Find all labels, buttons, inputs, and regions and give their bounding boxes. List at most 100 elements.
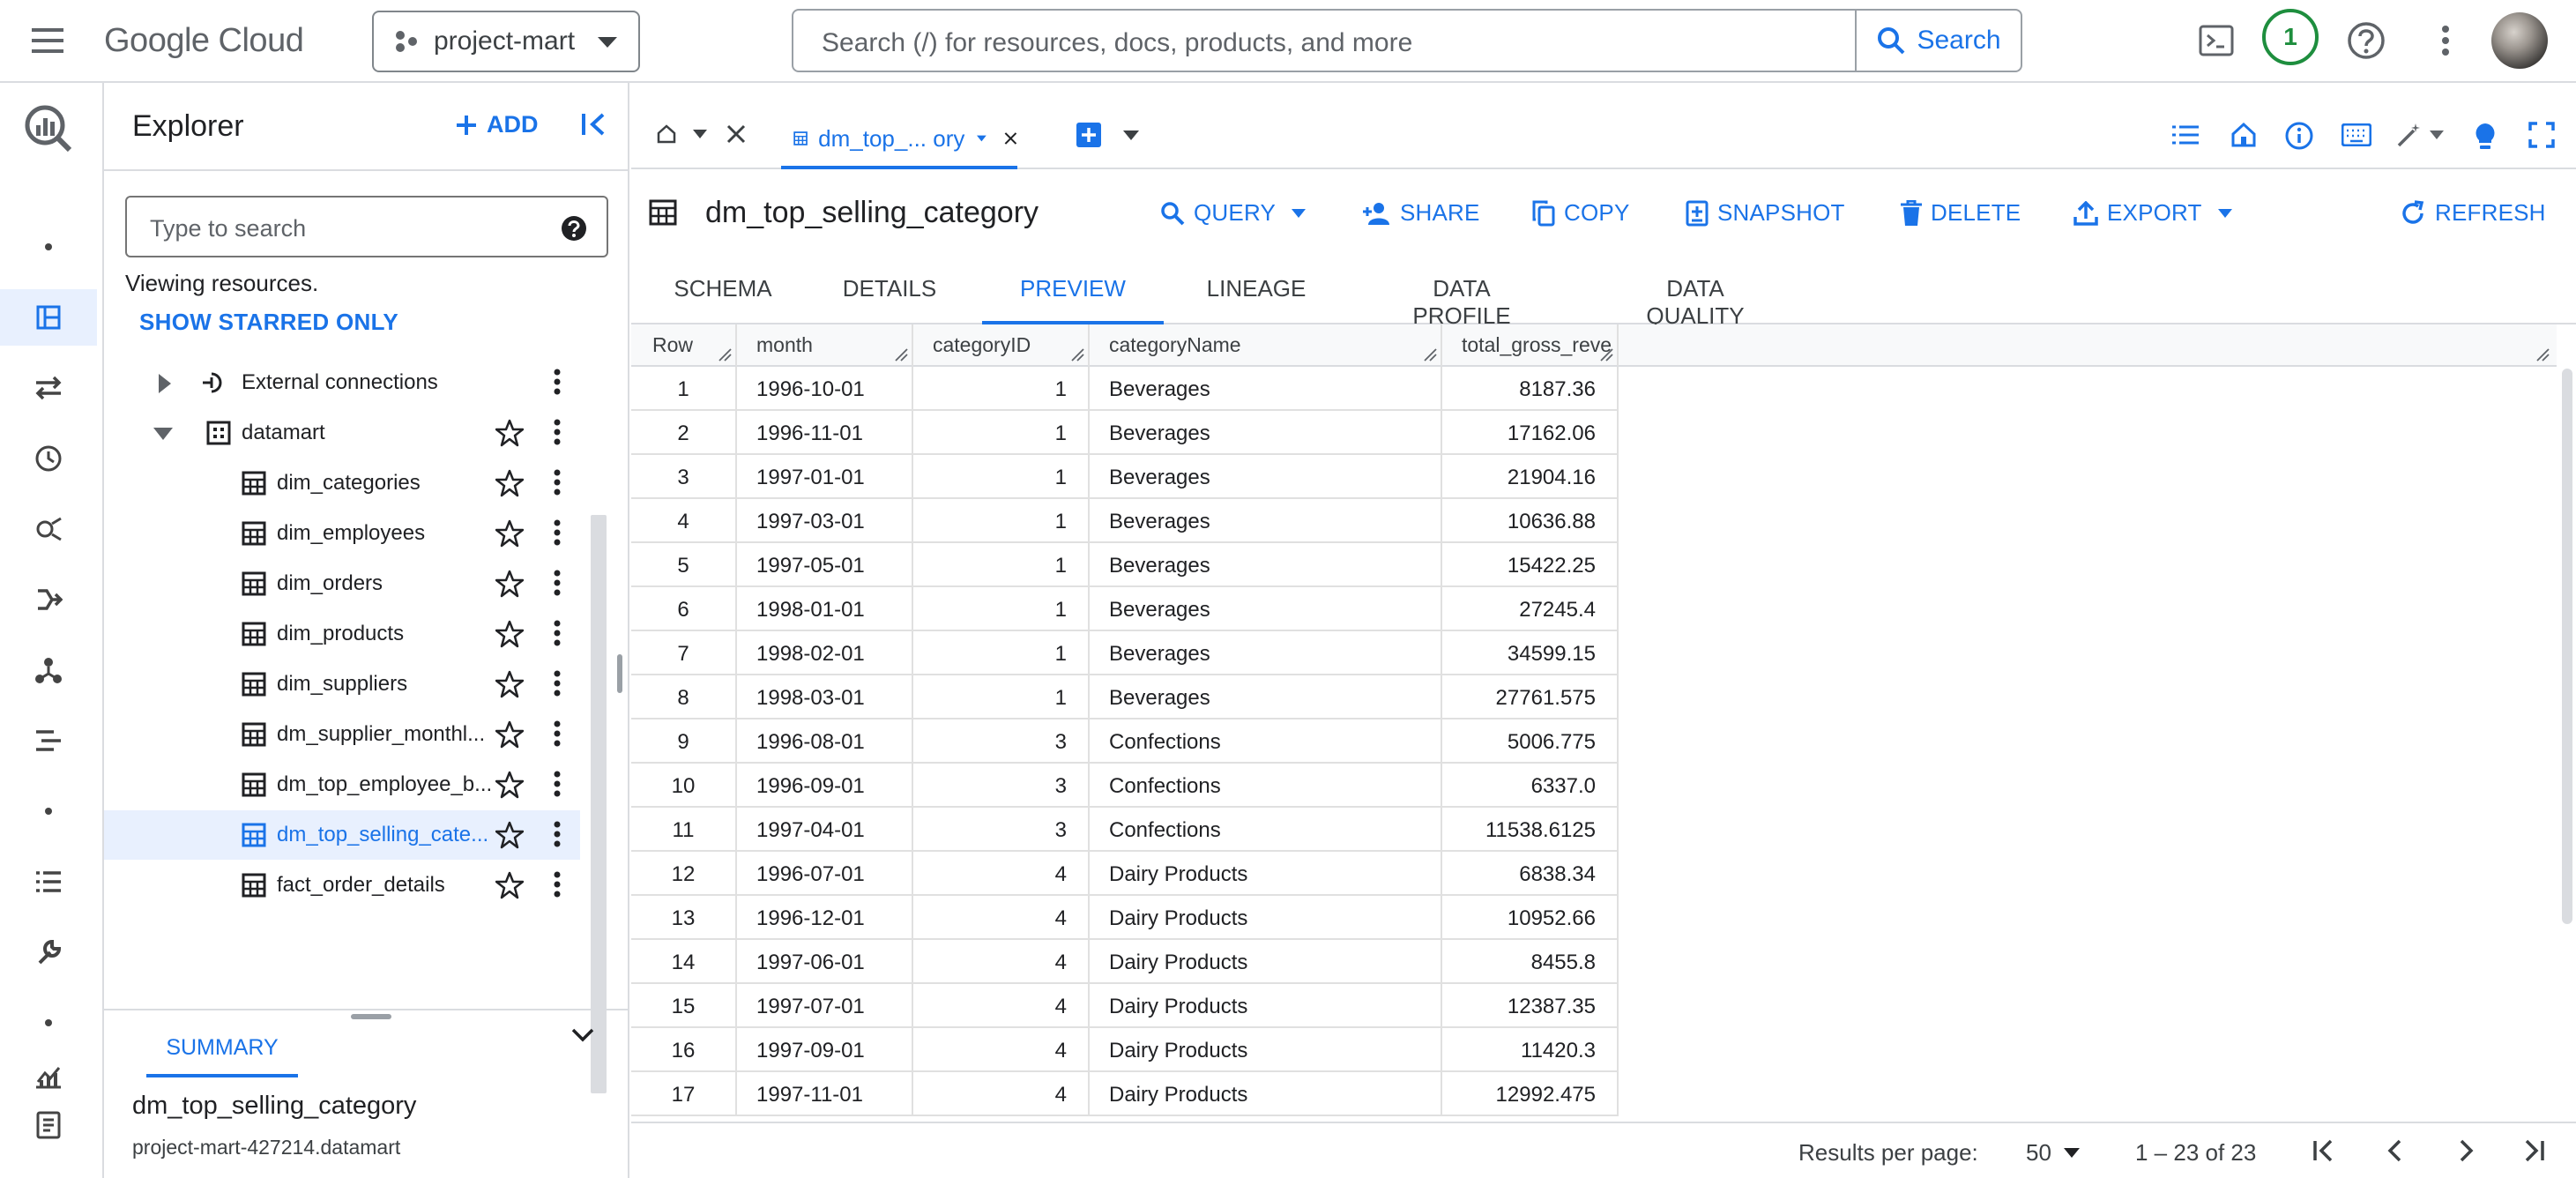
column-resize-icon[interactable]: [1599, 347, 1613, 362]
dataform-icon[interactable]: [0, 642, 97, 698]
column-resize-icon[interactable]: [718, 347, 732, 362]
table-cell-row-number[interactable]: 2: [631, 411, 737, 455]
previous-page-icon[interactable]: [2382, 1137, 2408, 1164]
more-vert-icon[interactable]: [554, 419, 561, 445]
project-picker[interactable]: project-mart: [372, 11, 640, 72]
table-cell-category-name[interactable]: Dairy Products: [1090, 1072, 1442, 1116]
more-vert-icon[interactable]: [554, 570, 561, 596]
table-cell-category-name[interactable]: Beverages: [1090, 631, 1442, 675]
scheduled-queries-icon[interactable]: [0, 430, 97, 487]
table-cell-total-gross-revenue[interactable]: 12992.475: [1442, 1072, 1619, 1116]
fullscreen-icon[interactable]: [2528, 122, 2555, 148]
grid-scrollbar[interactable]: [2562, 369, 2572, 924]
next-page-icon[interactable]: [2453, 1137, 2479, 1164]
table-cell-category-id[interactable]: 1: [913, 543, 1090, 587]
export-button[interactable]: EXPORT: [2073, 199, 2232, 227]
table-cell-category-id[interactable]: 1: [913, 411, 1090, 455]
table-cell-category-name[interactable]: Beverages: [1090, 499, 1442, 543]
table-cell-row-number[interactable]: 12: [631, 852, 737, 896]
table-cell-category-id[interactable]: 4: [913, 940, 1090, 984]
table-cell-total-gross-revenue[interactable]: 15422.25: [1442, 543, 1619, 587]
column-header-category-id[interactable]: categoryID: [913, 324, 1090, 367]
table-cell-total-gross-revenue[interactable]: 27761.575: [1442, 675, 1619, 719]
last-page-icon[interactable]: [2521, 1137, 2548, 1164]
bigquery-logo-icon[interactable]: [0, 101, 97, 157]
close-icon[interactable]: [1004, 129, 1017, 148]
more-vert-icon[interactable]: [554, 720, 561, 747]
table-cell-total-gross-revenue[interactable]: 8455.8: [1442, 940, 1619, 984]
table-cell-total-gross-revenue[interactable]: 8187.36: [1442, 367, 1619, 411]
list-view-icon[interactable]: [2172, 125, 2199, 145]
column-resize-icon[interactable]: [894, 347, 908, 362]
table-cell-month[interactable]: 1997-04-01: [737, 808, 913, 852]
table-cell-category-id[interactable]: 1: [913, 631, 1090, 675]
table-cell-category-name[interactable]: Beverages: [1090, 455, 1442, 499]
chevron-down-icon[interactable]: [2430, 130, 2444, 139]
table-cell-category-name[interactable]: Dairy Products: [1090, 852, 1442, 896]
table-cell-row-number[interactable]: 14: [631, 940, 737, 984]
table-cell-total-gross-revenue[interactable]: 10952.66: [1442, 896, 1619, 940]
table-cell-month[interactable]: 1997-11-01: [737, 1072, 913, 1116]
google-cloud-logo[interactable]: Google Cloud: [104, 19, 304, 62]
table-cell-category-name[interactable]: Dairy Products: [1090, 940, 1442, 984]
star-icon[interactable]: [495, 620, 524, 648]
table-cell-category-id[interactable]: 4: [913, 896, 1090, 940]
table-cell-row-number[interactable]: 13: [631, 896, 737, 940]
table-cell-row-number[interactable]: 17: [631, 1072, 737, 1116]
table-cell-category-name[interactable]: Confections: [1090, 808, 1442, 852]
table-cell-category-name[interactable]: Dairy Products: [1090, 1028, 1442, 1072]
column-header-month[interactable]: month: [737, 324, 913, 367]
table-cell-category-id[interactable]: 3: [913, 719, 1090, 764]
table-cell-category-name[interactable]: Dairy Products: [1090, 984, 1442, 1028]
table-cell-row-number[interactable]: 16: [631, 1028, 737, 1072]
more-vert-icon[interactable]: [554, 821, 561, 847]
tab-schema[interactable]: SCHEMA: [674, 275, 772, 324]
monitoring-icon[interactable]: [0, 1048, 97, 1104]
more-vert-icon[interactable]: [2424, 19, 2467, 62]
tree-item-table[interactable]: dim_categories: [104, 459, 580, 508]
table-cell-total-gross-revenue[interactable]: 11538.6125: [1442, 808, 1619, 852]
table-cell-category-id[interactable]: 3: [913, 764, 1090, 808]
tree-item-table[interactable]: dim_employees: [104, 509, 580, 558]
more-vert-icon[interactable]: [554, 620, 561, 646]
results-per-page-select[interactable]: 50: [2026, 1139, 2080, 1167]
explorer-nav-icon[interactable]: [0, 289, 97, 346]
column-resize-icon[interactable]: [2535, 347, 2550, 362]
more-vert-icon[interactable]: [554, 519, 561, 546]
chevron-down-icon[interactable]: [571, 1028, 594, 1042]
table-cell-row-number[interactable]: 4: [631, 499, 737, 543]
more-vert-icon[interactable]: [554, 771, 561, 797]
panel-resize-handle[interactable]: [617, 654, 622, 693]
lightbulb-icon[interactable]: [2474, 122, 2497, 150]
table-cell-category-id[interactable]: 4: [913, 984, 1090, 1028]
more-vert-icon[interactable]: [554, 871, 561, 898]
chevron-down-icon[interactable]: [693, 130, 707, 138]
tab-dm-top-selling-category[interactable]: dm_top_... ory: [781, 111, 1017, 169]
info-icon[interactable]: [2285, 122, 2313, 150]
star-icon[interactable]: [495, 771, 524, 799]
table-cell-category-name[interactable]: Beverages: [1090, 587, 1442, 631]
share-button[interactable]: SHARE: [1363, 199, 1480, 227]
table-cell-category-id[interactable]: 1: [913, 675, 1090, 719]
tree-item-table[interactable]: dim_suppliers: [104, 660, 580, 709]
table-cell-month[interactable]: 1997-06-01: [737, 940, 913, 984]
table-cell-category-name[interactable]: Confections: [1090, 764, 1442, 808]
table-cell-month[interactable]: 1996-10-01: [737, 367, 913, 411]
tab-lineage[interactable]: LINEAGE: [1202, 275, 1310, 324]
table-cell-category-id[interactable]: 1: [913, 455, 1090, 499]
table-cell-month[interactable]: 1996-12-01: [737, 896, 913, 940]
analytics-hub-icon[interactable]: [0, 501, 97, 557]
table-cell-row-number[interactable]: 6: [631, 587, 737, 631]
column-resize-icon[interactable]: [1070, 347, 1084, 362]
explorer-search-input[interactable]: Type to search: [125, 196, 608, 257]
search-button[interactable]: Search: [1855, 11, 2021, 71]
table-cell-category-name[interactable]: Beverages: [1090, 411, 1442, 455]
expand-arrow-icon[interactable]: [159, 374, 171, 393]
tab-data-quality[interactable]: DATA QUALITY: [1615, 275, 1776, 329]
snapshot-button[interactable]: SNAPSHOT: [1686, 199, 1845, 227]
notification-badge[interactable]: 1: [2262, 9, 2319, 65]
new-query-button[interactable]: [1076, 122, 1102, 148]
tab-data-profile[interactable]: DATA PROFILE: [1382, 275, 1541, 329]
summary-tab[interactable]: SUMMARY: [146, 1025, 298, 1077]
table-cell-month[interactable]: 1997-03-01: [737, 499, 913, 543]
